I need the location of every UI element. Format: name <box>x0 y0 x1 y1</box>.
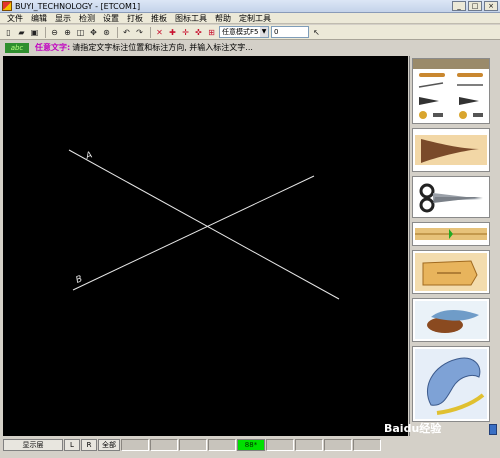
window-title: BUYI_TECHNOLOGY - [ETCOM1] <box>15 1 141 11</box>
maximize-button[interactable]: □ <box>468 1 482 11</box>
status-pane <box>150 438 178 451</box>
ruler-tool-panel[interactable] <box>412 222 490 246</box>
drafting-tools-panel[interactable] <box>412 58 490 124</box>
pattern-piece-panel[interactable] <box>412 250 490 294</box>
curve-ruler-panel[interactable] <box>412 346 490 422</box>
prompt-label: 任意文字: <box>35 43 71 52</box>
panel-header <box>413 59 489 69</box>
status-pane <box>324 438 352 451</box>
line-b[interactable] <box>72 175 315 291</box>
redo-icon[interactable]: ↷ <box>134 27 145 38</box>
bottom-status-bar: 显示层 L R 全部 88* <box>0 438 500 451</box>
line-a[interactable] <box>68 149 340 300</box>
toolbar-divider <box>150 26 151 38</box>
value-input[interactable]: 0 <box>271 26 309 38</box>
title-bar: BUYI_TECHNOLOGY - [ETCOM1] _ □ × <box>0 0 500 13</box>
tool-panel <box>409 56 497 436</box>
zoom-window-icon[interactable]: ◫ <box>75 27 86 38</box>
watermark: Baidu经验 <box>384 422 442 435</box>
prompt-line: abc 任意文字: 请指定文字标注位置和标注方向, 并输入标注文字... <box>0 41 500 54</box>
delete-icon[interactable]: ✕ <box>154 27 165 38</box>
menu-view[interactable]: 显示 <box>51 13 75 24</box>
move-point-icon[interactable]: ✜ <box>193 27 204 38</box>
sleeve-tool-panel[interactable] <box>412 128 490 172</box>
menu-edit[interactable]: 编辑 <box>27 13 51 24</box>
status-pane <box>266 438 294 451</box>
right-button[interactable]: R <box>81 438 97 451</box>
pan-icon[interactable]: ✥ <box>88 27 99 38</box>
mode-select[interactable]: 任意模式F5 ▼ <box>219 26 269 38</box>
ruler-icon <box>415 228 487 240</box>
menu-icon-tools[interactable]: 图标工具 <box>171 13 211 24</box>
sleeve-icon <box>415 135 487 165</box>
all-button[interactable]: 全部 <box>98 438 120 451</box>
menu-file[interactable]: 文件 <box>3 13 27 24</box>
scissors-icon <box>419 183 483 213</box>
text-tool-badge: abc <box>5 42 29 53</box>
layer-button[interactable]: 显示层 <box>3 438 63 451</box>
save-icon[interactable]: ▣ <box>29 27 40 38</box>
menu-help[interactable]: 帮助 <box>211 13 235 24</box>
curve-ruler-icon <box>415 349 487 419</box>
undo-icon[interactable]: ↶ <box>121 27 132 38</box>
menu-custom-tools[interactable]: 定制工具 <box>235 13 275 24</box>
app-icon <box>2 1 12 11</box>
close-button[interactable]: × <box>484 1 498 11</box>
status-pane <box>353 438 381 451</box>
menu-pattern[interactable]: 打板 <box>123 13 147 24</box>
status-pane <box>208 438 236 451</box>
pattern-piece-icon <box>415 253 487 291</box>
panel-scroll-button[interactable] <box>489 424 497 435</box>
chevron-down-icon: ▼ <box>260 27 268 37</box>
menu-bar: 文件 编辑 显示 检测 设置 打板 推板 图标工具 帮助 定制工具 <box>0 13 500 24</box>
scissors-tool-panel[interactable] <box>412 176 490 218</box>
fabric-basket-icon <box>415 301 487 339</box>
add-point-icon[interactable]: ✛ <box>180 27 191 38</box>
drawing-canvas[interactable]: A B <box>3 56 408 436</box>
toolbar: ▯ ▰ ▣ ⊖ ⊕ ◫ ✥ ⊛ ↶ ↷ ✕ ✚ ✛ ✜ ⊞ 任意模式F5 ▼ 0… <box>0 25 500 40</box>
label-b: B <box>75 274 84 286</box>
left-button[interactable]: L <box>64 438 80 451</box>
label-a: A <box>84 150 94 162</box>
open-folder-icon[interactable]: ▰ <box>16 27 27 38</box>
point-tool-icon[interactable]: ✚ <box>167 27 178 38</box>
fabric-basket-panel[interactable] <box>412 298 490 342</box>
menu-check[interactable]: 检测 <box>75 13 99 24</box>
status-pane <box>179 438 207 451</box>
zoom-in-icon[interactable]: ⊕ <box>62 27 73 38</box>
menu-grade[interactable]: 推板 <box>147 13 171 24</box>
window-controls: _ □ × <box>452 1 498 11</box>
minimize-button[interactable]: _ <box>452 1 466 11</box>
grade-indicator: 88* <box>237 438 265 451</box>
zoom-all-icon[interactable]: ⊛ <box>101 27 112 38</box>
drafting-tools-icon <box>418 73 483 119</box>
status-pane <box>295 438 323 451</box>
new-file-icon[interactable]: ▯ <box>3 27 14 38</box>
canvas-drawing: A B <box>68 149 340 300</box>
zoom-out-icon[interactable]: ⊖ <box>49 27 60 38</box>
status-pane <box>121 438 149 451</box>
menu-settings[interactable]: 设置 <box>99 13 123 24</box>
pointer-icon[interactable]: ↖ <box>311 27 322 38</box>
toolbar-divider <box>45 26 46 38</box>
align-point-icon[interactable]: ⊞ <box>206 27 217 38</box>
prompt-text: 请指定文字标注位置和标注方向, 并输入标注文字... <box>72 43 253 52</box>
toolbar-divider <box>117 26 118 38</box>
